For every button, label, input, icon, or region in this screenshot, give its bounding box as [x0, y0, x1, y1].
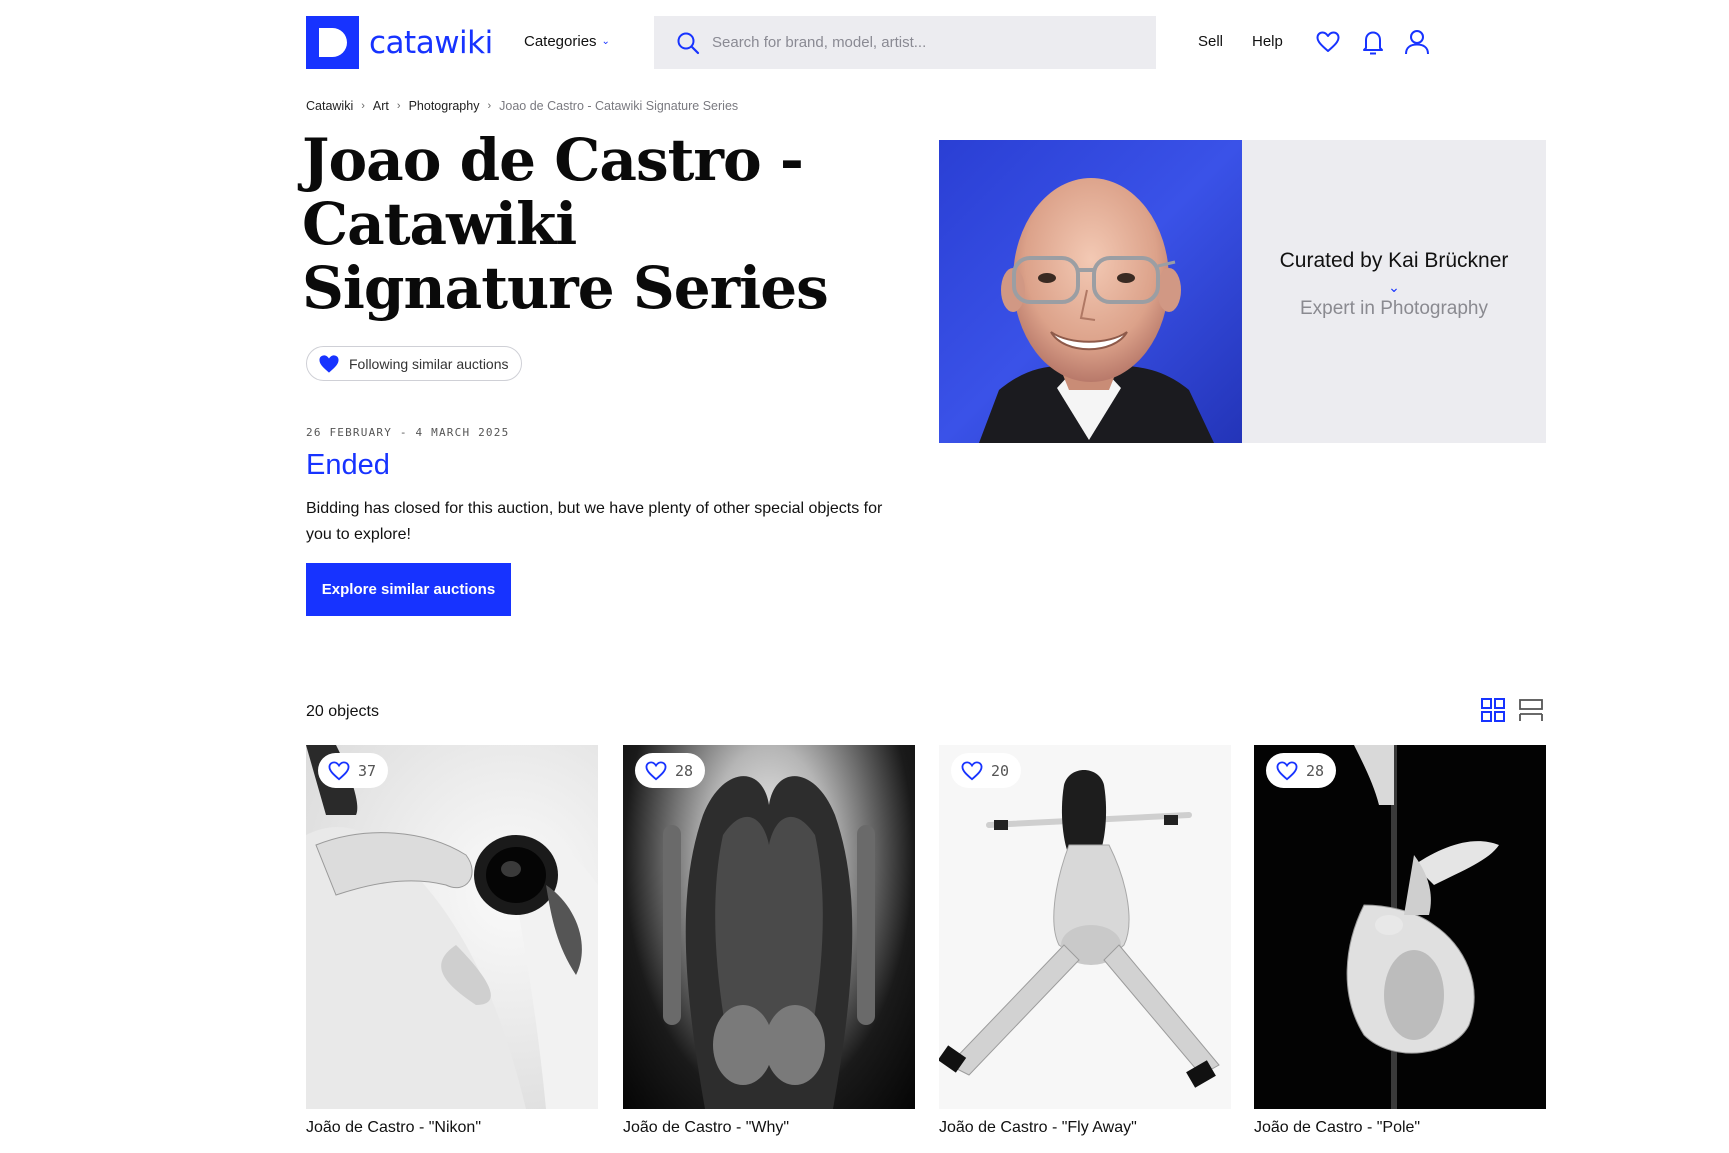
lot-title[interactable]: João de Castro - "Nikon" [306, 1119, 598, 1137]
favorite-count: 20 [991, 761, 1010, 780]
heart-icon [328, 760, 350, 780]
breadcrumb-separator-icon: › [396, 100, 401, 112]
lot-card[interactable]: 20 João de Castro - "Fly Away" [939, 745, 1231, 1137]
filled-heart-icon [319, 354, 339, 373]
lot-card[interactable]: 28 João de Castro - "Why" [623, 745, 915, 1137]
search-icon [677, 32, 700, 54]
categories-menu-button[interactable]: Categories ⌄ [524, 33, 610, 50]
curator-photo [939, 140, 1242, 443]
lot-card[interactable]: 28 João de Castro - "Pole" [1254, 745, 1546, 1137]
heart-icon [1276, 760, 1298, 780]
auction-dates: 26 FEBRUARY - 4 MARCH 2025 [306, 426, 510, 439]
lot-favorite-button[interactable]: 20 [951, 753, 1022, 788]
breadcrumb: Catawiki › Art › Photography › Joao de C… [306, 99, 738, 113]
breadcrumb-separator-icon: › [487, 100, 492, 112]
follow-label: Following similar auctions [349, 355, 509, 372]
logo-mark-icon [306, 16, 359, 69]
breadcrumb-catawiki[interactable]: Catawiki [306, 99, 353, 113]
notifications-bell-icon[interactable] [1359, 28, 1387, 56]
favorite-count: 28 [675, 761, 694, 780]
heart-icon [961, 760, 983, 780]
list-view-icon[interactable] [1518, 697, 1544, 723]
lot-card[interactable]: 37 João de Castro - "Nikon" [306, 745, 598, 1137]
explore-similar-auctions-button[interactable]: Explore similar auctions [306, 563, 511, 616]
object-count: 20 objects [306, 703, 379, 720]
page-title: Joao de Castro - Catawiki Signature Seri… [302, 126, 829, 322]
auction-status: Ended [306, 449, 390, 481]
heart-icon [645, 760, 667, 780]
search-bar[interactable] [654, 16, 1156, 69]
lot-image[interactable]: 20 [939, 745, 1231, 1109]
curator-role: Expert in Photography [1299, 298, 1488, 319]
logo-text: catawiki [369, 24, 493, 61]
favorite-count: 37 [358, 761, 377, 780]
chevron-down-icon: ⌄ [601, 36, 610, 47]
lot-image[interactable]: 28 [623, 745, 915, 1109]
account-user-icon[interactable] [1403, 28, 1431, 56]
sell-link[interactable]: Sell [1198, 33, 1223, 50]
follow-similar-auctions-button[interactable]: Following similar auctions [306, 346, 522, 381]
lot-title[interactable]: João de Castro - "Pole" [1254, 1119, 1546, 1137]
grid-view-icon[interactable] [1480, 697, 1506, 723]
favorite-count: 28 [1306, 761, 1325, 780]
lot-title[interactable]: João de Castro - "Fly Away" [939, 1119, 1231, 1137]
lot-title[interactable]: João de Castro - "Why" [623, 1119, 915, 1137]
help-link[interactable]: Help [1252, 33, 1283, 50]
breadcrumb-current: Joao de Castro - Catawiki Signature Seri… [499, 99, 739, 113]
site-header: catawiki Categories ⌄ Sell Help [0, 0, 1729, 92]
curator-info: Curated by Kai Brückner ⌄ Expert in Phot… [1242, 140, 1546, 443]
auction-description: Bidding has closed for this auction, but… [306, 500, 883, 543]
favorites-heart-icon[interactable] [1314, 28, 1342, 56]
categories-label: Categories [524, 33, 597, 50]
breadcrumb-separator-icon: › [361, 100, 365, 112]
chevron-down-icon: ⌄ [1388, 279, 1400, 295]
lot-favorite-button[interactable]: 28 [1266, 753, 1337, 788]
lot-favorite-button[interactable]: 28 [635, 753, 706, 788]
catawiki-logo[interactable]: catawiki [306, 16, 493, 69]
lot-image[interactable]: 37 [306, 745, 598, 1109]
curator-card[interactable]: Curated by Kai Brückner ⌄ Expert in Phot… [939, 140, 1546, 443]
lot-favorite-button[interactable]: 37 [318, 753, 389, 788]
search-input[interactable] [712, 34, 1132, 51]
curator-name: Curated by Kai Brückner [1279, 249, 1509, 272]
breadcrumb-art[interactable]: Art [373, 99, 389, 113]
breadcrumb-photography[interactable]: Photography [409, 99, 480, 113]
lot-image[interactable]: 28 [1254, 745, 1546, 1109]
